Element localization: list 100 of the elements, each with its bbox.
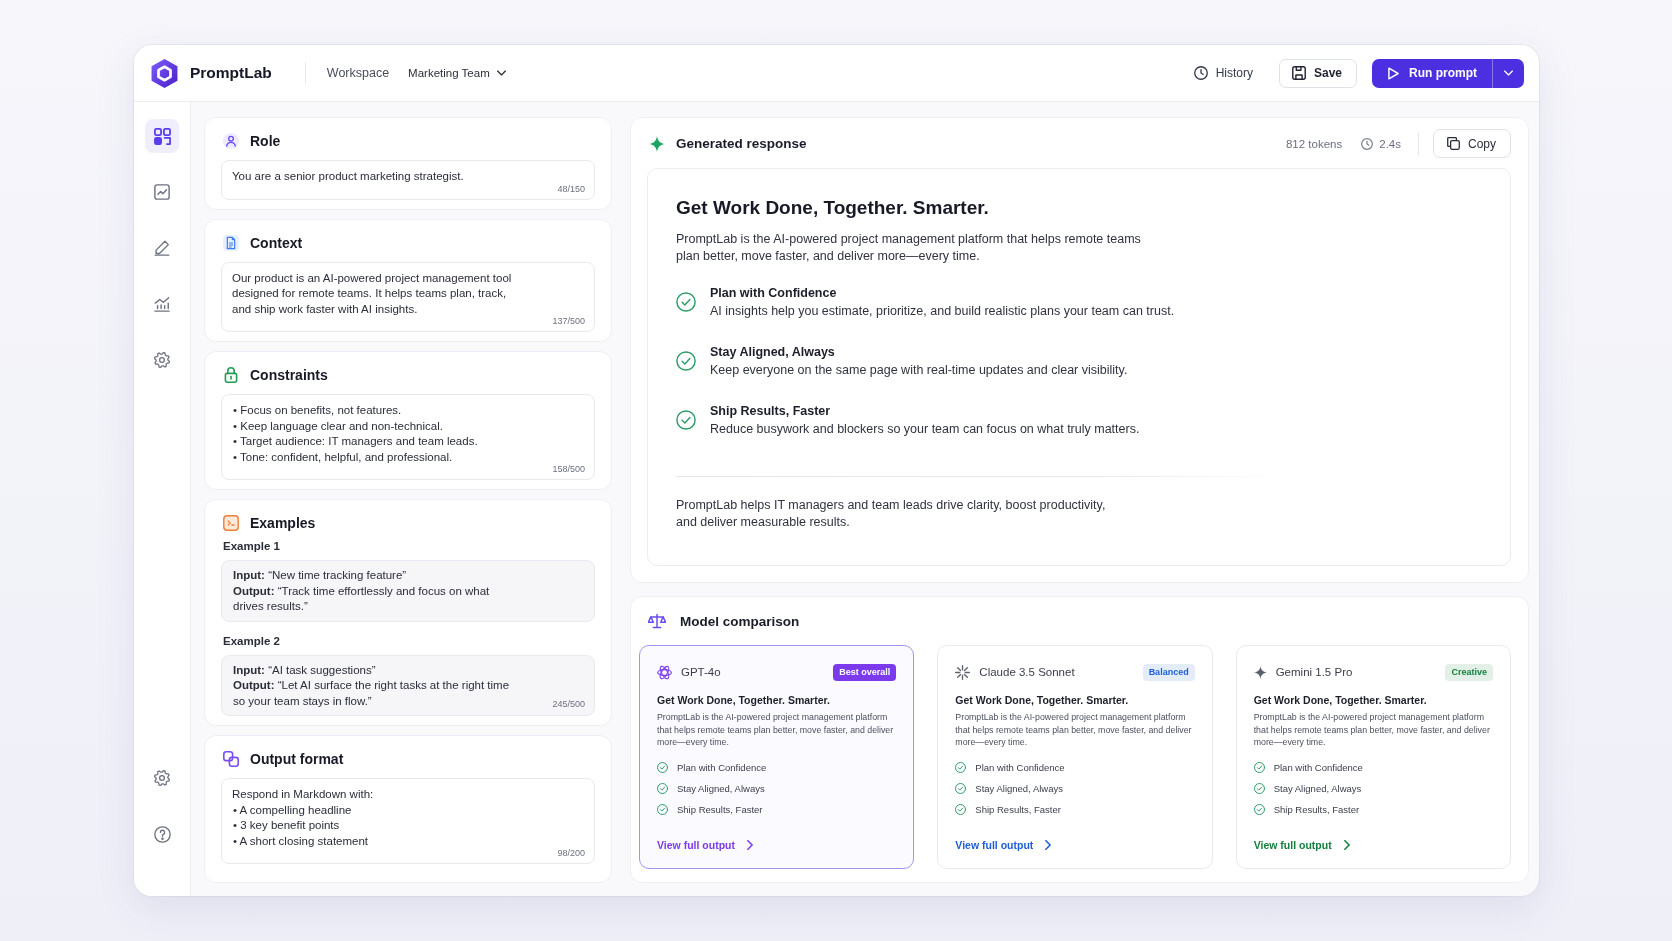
sunburst-icon (955, 664, 971, 680)
model-name: GPT-4o (681, 666, 721, 678)
pencil-icon (154, 240, 170, 256)
copy-button[interactable]: Copy (1433, 129, 1511, 158)
view-output-link[interactable]: View full output (1253, 838, 1350, 852)
view-output-link[interactable]: View full output (657, 838, 753, 852)
list-item: • Focus on benefits, not features. (232, 403, 403, 418)
example-query-text: Input: “AI task suggestions” (233, 662, 377, 678)
sparkle-icon (649, 135, 665, 152)
benefit-title: Ship Results, Faster (710, 403, 832, 420)
save-icon (1291, 66, 1306, 80)
duration-text: 2.4s (1379, 137, 1401, 150)
settings-icon (154, 352, 170, 368)
character-count: 245/500 (552, 699, 585, 710)
terminal-icon (223, 515, 239, 531)
clock-icon (1361, 137, 1374, 150)
example-box[interactable]: Input: “New time tracking feature” Output: “Track time effortlessly and focus on what drives results.” (221, 560, 595, 622)
check-circle-icon (657, 804, 668, 815)
text-area[interactable]: You are a senior product marketing strategist. 48/150 (221, 160, 595, 200)
card-headline: Get Work Done, Together. Smarter. (1253, 693, 1428, 707)
card-text: PromptLab is the AI-powered project management platform that helps remote teams plan better, move faster, and deliver more—every time. (1253, 711, 1491, 749)
point-text: Stay Aligned, Always (677, 781, 765, 796)
list-item: • A compelling headline (232, 802, 353, 818)
sidebar-button[interactable] (145, 119, 179, 153)
point-text: Plan with Confidence (1273, 760, 1363, 775)
example-query-text: Input: “New time tracking feature” (233, 568, 408, 583)
clock-icon (1193, 66, 1208, 80)
check-circle-icon (657, 762, 668, 773)
chevron-right-icon (746, 840, 753, 850)
benefit-text: AI insights help you estimate, prioritize, and build realistic plans your team can trust. (710, 303, 1175, 320)
help-icon (153, 825, 171, 843)
field-text: You are a senior product marketing strategist. (232, 169, 465, 184)
model-badge: Balanced (1142, 663, 1195, 681)
section-title: Examples (250, 515, 316, 531)
point-text: Stay Aligned, Always (1273, 781, 1362, 796)
benefit-text: Keep everyone on the same page with real-time updates and clear visibility. (710, 362, 1128, 379)
check-circle-icon (676, 292, 696, 312)
benefit-title: Stay Aligned, Always (710, 344, 836, 361)
overlap-squares-icon (223, 751, 239, 767)
point-text: Plan with Confidence (975, 760, 1065, 775)
card-text: PromptLab is the AI-powered project management platform that helps remote teams plan better, move faster, and deliver more—every time. (657, 711, 895, 749)
character-count: 158/500 (551, 464, 585, 475)
model-badge: Creative (1445, 663, 1493, 681)
model-badge: Best overall (833, 663, 897, 681)
user-icon (223, 133, 239, 149)
save-button[interactable]: Save (1278, 58, 1357, 88)
grid-icon (153, 127, 171, 145)
point-text: Plan with Confidence (677, 760, 767, 775)
text-area[interactable]: • Focus on benefits, not features. • Keep language clear and non-technical. • Target audience: IT managers and team leads. • Tone: confident, helpful, and professional. 158/500 (221, 394, 595, 480)
check-circle-icon (955, 804, 967, 815)
point-text: Stay Aligned, Always (975, 781, 1063, 796)
text-area[interactable]: Respond in Markdown with: • A compelling headline • 3 key benefit points • A short closing statement 98/200 (221, 778, 595, 864)
token-count: 812 tokens (1285, 137, 1343, 150)
lock-icon (223, 367, 239, 383)
response-text: PromptLab helps IT managers and team leads drive clarity, boost productivity, and deliver measurable results. (676, 497, 1107, 531)
text-area[interactable]: Our product is an AI-powered project management tool designed for remote teams. It helps teams plan, track, and ship work faster with AI insights. 137/500 (221, 261, 595, 332)
play-icon (1387, 66, 1400, 80)
point-text: Ship Results, Faster (1273, 802, 1360, 817)
check-circle-icon (1253, 804, 1265, 815)
run-options-button[interactable] (1492, 58, 1524, 88)
settings-icon (154, 770, 170, 786)
app-name: PromptLab (190, 64, 272, 82)
card-headline: Get Work Done, Together. Smarter. (657, 693, 831, 707)
check-circle-icon (676, 410, 696, 430)
history-button[interactable]: History (1189, 58, 1257, 88)
panel-title: Model comparison (680, 613, 800, 629)
atom-icon (657, 664, 672, 680)
list-item: • Tone: confident, helpful, and professional. (232, 449, 454, 465)
section-title: Context (250, 234, 303, 251)
list-item: • 3 key benefit points (232, 818, 341, 833)
panel-title: Generated response (676, 136, 807, 151)
chevron-down-icon (496, 70, 506, 76)
list-item: • Target audience: IT managers and team leads. (232, 434, 479, 449)
character-count: 98/200 (556, 848, 585, 859)
chevron-right-icon (1045, 840, 1052, 850)
sparkle-icon (1253, 665, 1267, 679)
example-label: Example 1 (223, 539, 281, 554)
section-title: Output format (250, 751, 344, 767)
check-circle-icon (676, 351, 696, 371)
workspace-link[interactable]: Workspace (326, 66, 390, 80)
section-title: Constraints (250, 367, 328, 383)
model-name: Gemini 1.5 Pro (1275, 666, 1353, 678)
check-circle-icon (657, 783, 668, 794)
section-title: Role (250, 133, 281, 149)
example-label: Example 2 (223, 633, 281, 649)
model-name: Claude 3.5 Sonnet (979, 666, 1075, 678)
scale-icon (648, 612, 666, 630)
chevron-down-icon (1504, 70, 1513, 76)
model-card[interactable] (639, 645, 915, 869)
response-text: PromptLab is the AI-powered project management platform that helps remote teams plan better, move faster, and deliver more—every time. (676, 231, 1142, 265)
point-text: Ship Results, Faster (975, 802, 1061, 817)
list-item: • A short closing statement (232, 833, 370, 849)
character-count: 48/150 (556, 183, 585, 195)
point-text: Ship Results, Faster (677, 802, 763, 817)
view-output-link[interactable]: View full output (955, 838, 1052, 852)
team-dropdown[interactable]: Marketing Team (408, 67, 506, 79)
run-prompt-button[interactable]: Run prompt (1372, 58, 1492, 88)
example-box[interactable]: Input: “AI task suggestions” Output: “Let AI surface the right tasks at the right time so your team stays in flow.” 245/500 (221, 654, 595, 716)
chevron-right-icon (1343, 840, 1350, 850)
check-circle-icon (1253, 783, 1265, 794)
